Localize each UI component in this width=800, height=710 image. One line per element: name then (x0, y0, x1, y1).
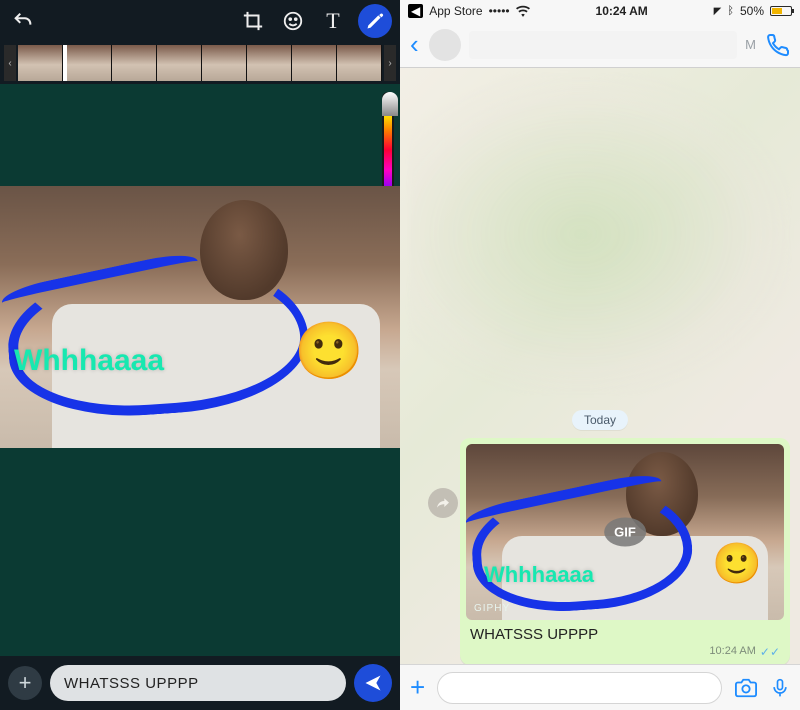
location-icon: ◤ (714, 6, 722, 17)
message-time: 10:24 AM (709, 645, 755, 659)
undo-button[interactable] (8, 6, 38, 36)
chat-input-bar: + (400, 664, 800, 710)
camera-button[interactable] (734, 677, 758, 699)
date-divider: Today (572, 410, 628, 430)
media-canvas[interactable]: Whhhaaaa 🙂 (0, 186, 400, 448)
editor-bottom-bar: + WHATSSS UPPPP (0, 656, 400, 710)
caption-input[interactable]: WHATSSS UPPPP (50, 665, 346, 701)
ios-status-bar: ◀ App Store ••••• 10:24 AM ◤ ᛒ 50% (400, 0, 800, 22)
overlay-emoji-sticker: 🙂 (712, 540, 762, 587)
chat-pane: ◀ App Store ••••• 10:24 AM ◤ ᛒ 50% ‹ M T… (400, 0, 800, 710)
add-media-button[interactable]: + (8, 666, 42, 700)
draw-button[interactable] (358, 4, 392, 38)
chat-header: ‹ M (400, 22, 800, 68)
media-editor-pane: T ‹ › Whhhaaaa 🙂 + WHATSSS UPPPP (0, 0, 400, 710)
message-input[interactable] (437, 672, 722, 704)
message-meta: 10:24 AM ✓✓ (466, 645, 784, 661)
overlay-emoji-sticker[interactable]: 🙂 (294, 318, 364, 384)
trim-start-handle[interactable]: ‹ (4, 45, 16, 81)
back-to-app-label[interactable]: App Store (429, 4, 482, 18)
crop-button[interactable] (238, 6, 268, 36)
gif-badge: GIF (604, 518, 646, 547)
mic-button[interactable] (770, 676, 790, 700)
blurred-prior-messages (410, 74, 790, 394)
back-to-app[interactable]: ◀ (408, 4, 423, 18)
signal-dots-icon: ••••• (489, 4, 510, 18)
send-button[interactable] (354, 664, 392, 702)
outgoing-message-bubble[interactable]: Whhhaaaa 🙂 GIF GIPHY WHATSSS UPPPP 10:24… (460, 438, 790, 665)
trim-end-handle[interactable]: › (384, 45, 396, 81)
battery-pct: 50% (740, 4, 764, 18)
contact-letter: M (745, 37, 756, 52)
editor-toolbar: T (0, 0, 400, 42)
status-time: 10:24 AM (596, 4, 648, 18)
contact-title[interactable]: M (429, 29, 756, 61)
forward-button[interactable] (428, 488, 458, 518)
battery-icon (770, 6, 792, 16)
contact-name-redacted (469, 31, 737, 59)
read-ticks-icon: ✓✓ (760, 645, 780, 659)
emoji-button[interactable] (278, 6, 308, 36)
back-button[interactable]: ‹ (410, 29, 419, 60)
filmstrip-frames[interactable] (18, 45, 382, 81)
playhead-handle[interactable] (63, 45, 67, 81)
overlay-text[interactable]: Whhhaaaa (14, 344, 164, 378)
gif-source-label: GIPHY (474, 603, 510, 614)
attach-button[interactable]: + (410, 672, 425, 703)
text-button[interactable]: T (318, 6, 348, 36)
contact-avatar (429, 29, 461, 61)
bluetooth-icon: ᛒ (727, 5, 734, 17)
call-button[interactable] (766, 33, 790, 57)
message-caption: WHATSSS UPPPP (466, 620, 784, 645)
gif-attachment[interactable]: Whhhaaaa 🙂 GIF GIPHY (466, 444, 784, 620)
wifi-icon (516, 5, 530, 17)
overlay-text: Whhhaaaa (484, 562, 594, 588)
chat-body[interactable]: Today Whhhaaaa 🙂 GIF GIPHY WHATSSS UPPPP… (400, 68, 800, 664)
gif-trim-filmstrip[interactable]: ‹ › (0, 42, 400, 84)
